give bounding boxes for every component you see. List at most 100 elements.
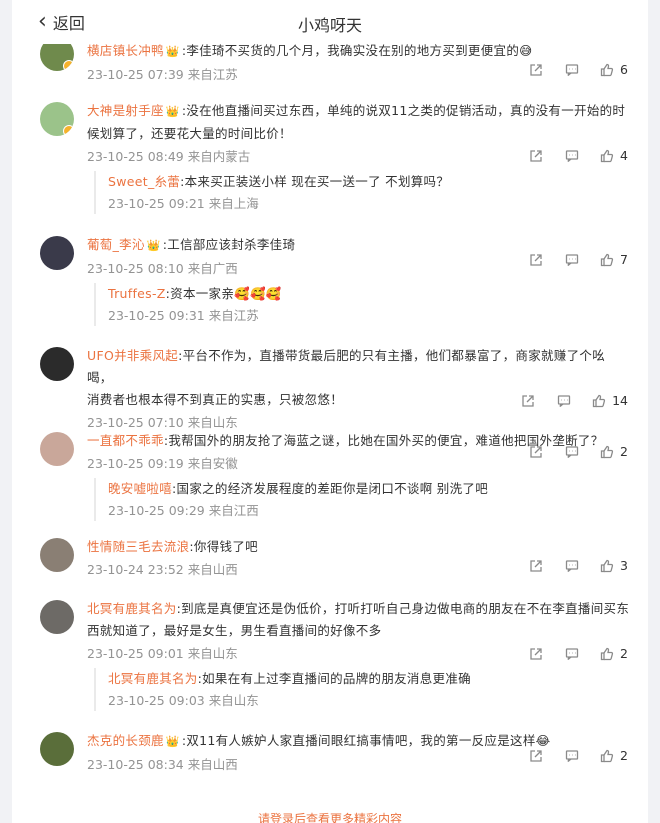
reply-text: :资本一家亲 xyxy=(165,286,235,301)
crown-icon: 👑 xyxy=(165,735,180,748)
comment-text: :你得钱了吧 xyxy=(189,539,258,554)
like-button[interactable]: 4 xyxy=(600,148,628,163)
share-button[interactable] xyxy=(518,445,554,459)
like-count: 4 xyxy=(620,148,628,163)
share-button[interactable] xyxy=(518,149,554,163)
like-button[interactable]: 2 xyxy=(600,444,628,459)
like-count: 6 xyxy=(620,62,628,77)
reply-text: :本来买正装送小样 现在买一送一了 不划算吗？ xyxy=(180,174,450,189)
comment-text-line: 候划算了，还要花大量的时间比价！ xyxy=(87,123,630,145)
reply-item: 北冥有鹿其名为:如果在有上过李直播间的品牌的朋友消息更准确 23-10-25 09… xyxy=(94,668,630,711)
share-icon xyxy=(521,394,535,408)
avatar[interactable] xyxy=(40,538,74,572)
share-button[interactable] xyxy=(518,749,554,763)
comment-text-line: 大神是射手座 👑:没在他直播间买过东西，单纯的说双11之类的促销活动，真的没有一开… xyxy=(87,100,630,123)
reply-item: Sweet_糸蕾:本来买正装送小样 现在买一送一了 不划算吗？ 23-10-25 … xyxy=(94,171,630,214)
reply-button[interactable] xyxy=(554,253,590,267)
comment-actions: 14 xyxy=(510,393,628,408)
reply-text-line: Sweet_糸蕾:本来买正装送小样 现在买一送一了 不划算吗？ xyxy=(108,171,630,193)
reply-meta: 23-10-25 09:29 来自江西 xyxy=(108,503,259,518)
comment-item: 北冥有鹿其名为:到底是真便宜还是伪低价，打听打听自己身边做电商的朋友在不在李直播… xyxy=(12,598,648,711)
thumbs-up-icon xyxy=(600,559,614,573)
like-button[interactable]: 3 xyxy=(600,558,628,573)
share-button[interactable] xyxy=(518,63,554,77)
comment-actions: 4 xyxy=(518,148,628,163)
reply-button[interactable] xyxy=(546,394,582,408)
avatar[interactable] xyxy=(40,236,74,270)
like-button[interactable]: 14 xyxy=(592,393,628,408)
avatar[interactable] xyxy=(40,432,74,466)
reply-button[interactable] xyxy=(554,749,590,763)
thumbs-up-icon xyxy=(600,63,614,77)
comment-item: 葡萄_李沁 👑:工信部应该封杀李佳琦 23-10-25 08:10 来自广西 7 Tru… xyxy=(12,234,648,326)
username-link[interactable]: 横店镇长冲鸭 xyxy=(87,43,164,58)
reply-text-line: 北冥有鹿其名为:如果在有上过李直播间的品牌的朋友消息更准确 xyxy=(108,668,630,690)
username-link[interactable]: 北冥有鹿其名为 xyxy=(87,601,177,616)
like-button[interactable]: 2 xyxy=(600,646,628,661)
avatar[interactable] xyxy=(40,600,74,634)
reply-button[interactable] xyxy=(554,149,590,163)
comment-actions: 3 xyxy=(518,558,628,573)
share-button[interactable] xyxy=(518,559,554,573)
like-button[interactable]: 2 xyxy=(600,748,628,763)
comment-body: UFO并非乘风起:平台不作为，直播带货最后肥的只有主播，他们都暴富了，商家就赚了… xyxy=(12,345,648,433)
comment-icon xyxy=(565,749,579,763)
comment-body: 杰克的长颈鹿 👑:双11有人嫉妒人家直播间眼红搞事情吧，我的第一反应是这样😂 23-… xyxy=(12,730,648,775)
username-link[interactable]: 性情随三毛去流浪 xyxy=(87,539,189,554)
avatar[interactable] xyxy=(40,40,74,71)
reply-username-link[interactable]: Truffes-Z xyxy=(108,286,166,301)
reply-username-link[interactable]: 北冥有鹿其名为 xyxy=(108,671,198,686)
like-count: 14 xyxy=(612,393,628,408)
comment-text-line: 西就知道了，最好是女生，男生看直播间的好像不多 xyxy=(87,620,630,642)
share-icon xyxy=(529,63,543,77)
share-icon xyxy=(529,149,543,163)
username-link[interactable]: UFO并非乘风起 xyxy=(87,348,178,363)
share-button[interactable] xyxy=(518,647,554,661)
reply-username-link[interactable]: Sweet_糸蕾 xyxy=(108,174,180,189)
comment-actions: 2 xyxy=(518,748,628,763)
left-gutter xyxy=(0,0,12,823)
crown-icon: 👑 xyxy=(146,239,161,252)
emoji-icon: 🥰🥰🥰 xyxy=(234,286,282,301)
verified-badge-icon xyxy=(63,125,74,136)
comment-actions: 2 xyxy=(518,646,628,661)
thumbs-up-icon xyxy=(600,445,614,459)
login-prompt-link[interactable]: 请登录后查看更多精彩内容 xyxy=(0,810,660,823)
page-title: 小鸡呀天 xyxy=(297,16,362,35)
reply-button[interactable] xyxy=(554,647,590,661)
thumbs-up-icon xyxy=(600,253,614,267)
username-link[interactable]: 葡萄_李沁 xyxy=(87,237,145,252)
comment-text: 消费者也根本得不到真正的实惠，只被忽悠！ xyxy=(87,392,344,407)
share-button[interactable] xyxy=(518,253,554,267)
reply-button[interactable] xyxy=(554,63,590,77)
crown-icon: 👑 xyxy=(165,45,180,58)
reply-text-line: Truffes-Z:资本一家亲🥰🥰🥰 xyxy=(108,283,630,305)
avatar[interactable] xyxy=(40,732,74,766)
reply-button[interactable] xyxy=(554,559,590,573)
share-button[interactable] xyxy=(510,394,546,408)
like-count: 2 xyxy=(620,748,628,763)
like-count: 2 xyxy=(620,646,628,661)
avatar[interactable] xyxy=(40,347,74,381)
like-button[interactable]: 7 xyxy=(600,252,628,267)
comment-text: :到底是真便宜还是伪低价，打听打听自己身边做电商的朋友在不在李直播间买东 xyxy=(176,601,630,616)
username-link[interactable]: 杰克的长颈鹿 xyxy=(87,733,164,748)
reply-item: 晚安嘘啦嘻:国家之的经济发展程度的差距你是闭口不谈啊 别洗了吧 23-10-25 … xyxy=(94,478,630,521)
reply-button[interactable] xyxy=(554,445,590,459)
comment-body: 北冥有鹿其名为:到底是真便宜还是伪低价，打听打听自己身边做电商的朋友在不在李直播… xyxy=(12,598,648,664)
comment-body: 葡萄_李沁 👑:工信部应该封杀李佳琦 23-10-25 08:10 来自广西 7 xyxy=(12,234,648,279)
right-gutter xyxy=(648,0,660,823)
comment-icon xyxy=(565,149,579,163)
like-button[interactable]: 6 xyxy=(600,62,628,77)
reply-meta: 23-10-25 09:31 来自江苏 xyxy=(108,308,259,323)
comment-body: 大神是射手座 👑:没在他直播间买过东西，单纯的说双11之类的促销活动，真的没有一开… xyxy=(12,100,648,167)
username-link[interactable]: 大神是射手座 xyxy=(87,103,164,118)
reply-meta: 23-10-25 09:03 来自山东 xyxy=(108,693,259,708)
comment-actions: 2 xyxy=(518,444,628,459)
comment-text: :李佳琦不买货的几个月，我确实没在别的地方买到更便宜的 xyxy=(181,43,520,58)
username-link[interactable]: 一直都不乖乖 xyxy=(87,433,164,448)
reply-text: :国家之的经济发展程度的差距你是闭口不谈啊 别洗了吧 xyxy=(172,481,489,496)
reply-text-line: 晚安嘘啦嘻:国家之的经济发展程度的差距你是闭口不谈啊 别洗了吧 xyxy=(108,478,630,500)
reply-username-link[interactable]: 晚安嘘啦嘻 xyxy=(108,481,172,496)
avatar[interactable] xyxy=(40,102,74,136)
